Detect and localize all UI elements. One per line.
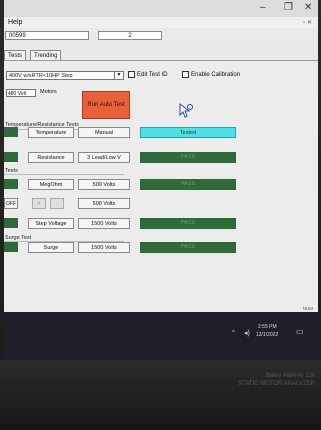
run-auto-test-button[interactable]: Run Auto Test xyxy=(82,91,130,119)
row-indicator xyxy=(4,242,18,252)
row-indicator xyxy=(4,179,18,189)
row-indicator xyxy=(4,152,18,162)
enable-calibration-label: Enable Calibration xyxy=(191,72,241,79)
brand-line-1: Baker AWA-IV 12k xyxy=(265,373,315,379)
test-number-field[interactable]: 2 xyxy=(98,31,162,40)
edit-test-id-label: Edit Test ID xyxy=(137,72,168,79)
motors-label: Motors xyxy=(40,89,57,95)
surge-status: PASS xyxy=(140,242,236,253)
row-indicator xyxy=(4,127,18,137)
off-button[interactable]: OFF xyxy=(4,198,18,209)
step-voltage-button[interactable]: Step Voltage xyxy=(28,218,74,229)
resistance-status: PASS xyxy=(140,152,236,163)
group-divider xyxy=(4,174,124,175)
pi-param[interactable]: 500 Volts xyxy=(78,198,130,209)
photo-background: – ❐ ✕ Help ▫ ✕ 00599 2 Tests Trending 40… xyxy=(0,0,321,430)
restore-button[interactable]: ❐ xyxy=(284,2,293,13)
row-indicator xyxy=(4,218,18,228)
temperature-param[interactable]: Manual xyxy=(78,127,130,138)
resistance-button[interactable]: Resistance xyxy=(28,152,74,163)
clock-time[interactable]: 2:55 PM xyxy=(258,324,277,330)
notifications-icon[interactable]: ▭ xyxy=(296,327,304,336)
enable-calibration-checkbox[interactable]: Enable Calibration xyxy=(182,71,240,78)
motor-id-field[interactable]: 00599 xyxy=(5,31,89,40)
surge-param[interactable]: 1500 Volts xyxy=(78,242,130,253)
chevron-down-icon[interactable]: ▼ xyxy=(114,72,123,79)
edit-test-id-checkbox[interactable]: Edit Test ID xyxy=(128,71,168,78)
child-close-icon[interactable]: ▫ ✕ xyxy=(303,19,312,26)
test-type-select[interactable]: 400V w/sRTR<10HP Step ▼ xyxy=(6,71,124,80)
minimize-button[interactable]: – xyxy=(260,2,266,13)
id-row: 00599 2 xyxy=(4,30,318,42)
step-voltage-status: PASS xyxy=(140,218,236,229)
close-button[interactable]: ✕ xyxy=(304,2,312,13)
surge-button[interactable]: Surge xyxy=(28,242,74,253)
megohm-param[interactable]: 500 Volts xyxy=(78,179,130,190)
checkbox-box[interactable] xyxy=(128,71,135,78)
resistance-param[interactable]: 3 Lead/Low V xyxy=(78,152,130,163)
temperature-button[interactable]: Temperature xyxy=(28,127,74,138)
voltage-select[interactable]: 480 Volt xyxy=(6,89,36,97)
megohm-status: PASS xyxy=(140,179,236,190)
device-brand: Baker AWA-IV 12k STATIC MOTOR ANALYZER xyxy=(238,372,315,388)
device-bezel xyxy=(0,360,321,430)
step-voltage-param[interactable]: 1500 Volts xyxy=(78,218,130,229)
checkbox-box[interactable] xyxy=(182,71,189,78)
disabled-button: ✕ xyxy=(32,198,46,209)
disabled-button: ▫ xyxy=(50,198,64,209)
taskbar: ^ ◂) 2:55 PM 12/1/2022 ▭ xyxy=(4,312,318,360)
speaker-icon[interactable]: ◂) xyxy=(244,329,250,337)
title-bar: – ❐ ✕ xyxy=(4,0,318,17)
chevron-up-icon[interactable]: ^ xyxy=(232,330,235,336)
status-indicator: NUM xyxy=(302,306,313,311)
test-type-value: 400V w/sRTR<10HP Step xyxy=(9,73,73,79)
brand-line-2: STATIC MOTOR ANALYZER xyxy=(238,381,315,387)
clock-date[interactable]: 12/1/2022 xyxy=(256,332,278,338)
mouse-cursor-icon xyxy=(179,103,193,118)
app-window: – ❐ ✕ Help ▫ ✕ 00599 2 Tests Trending 40… xyxy=(4,0,318,360)
menu-help[interactable]: Help xyxy=(8,19,22,26)
temperature-status: Tested xyxy=(140,127,236,138)
menu-bar: Help ▫ ✕ xyxy=(4,17,318,28)
megohm-button[interactable]: MegOhm xyxy=(28,179,74,190)
